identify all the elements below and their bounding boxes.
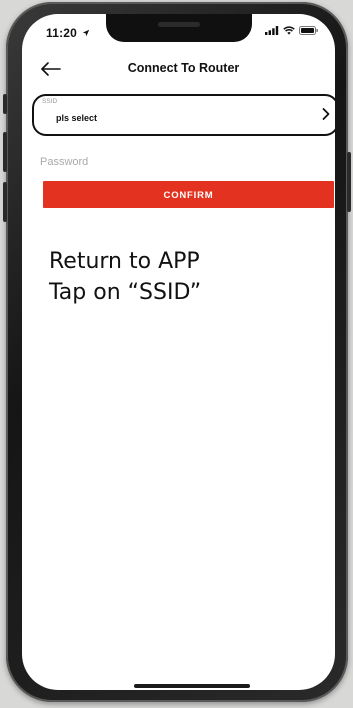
ssid-selector[interactable]: SSID pls select xyxy=(32,94,335,138)
mute-switch xyxy=(3,94,7,114)
volume-up-button xyxy=(3,132,7,172)
power-button xyxy=(347,152,351,212)
cellular-signal-icon xyxy=(265,26,279,35)
home-indicator[interactable] xyxy=(134,684,250,688)
app-screen: 11:20 Connect To Router SSID pls select … xyxy=(22,14,335,690)
instruction-text: Return to APP Tap on “SSID” xyxy=(49,246,309,308)
instruction-line-2: Tap on “SSID” xyxy=(49,280,202,305)
wifi-icon xyxy=(283,26,295,35)
instruction-line-1: Return to APP xyxy=(49,249,200,274)
speaker-grille xyxy=(158,22,200,27)
password-field[interactable] xyxy=(40,151,310,173)
battery-icon xyxy=(299,26,318,35)
status-time: 11:20 xyxy=(46,26,90,40)
volume-down-button xyxy=(3,182,7,222)
ssid-value: pls select xyxy=(56,113,98,123)
confirm-button[interactable]: CONFIRM xyxy=(43,181,334,208)
ssid-label: SSID xyxy=(42,98,58,105)
phone-frame: 11:20 Connect To Router SSID pls select … xyxy=(3,2,351,702)
page-title: Connect To Router xyxy=(127,61,240,75)
nav-bar: Connect To Router xyxy=(22,54,335,84)
chevron-right-icon xyxy=(322,108,330,120)
notch xyxy=(106,14,252,42)
status-icons xyxy=(265,26,319,35)
location-arrow-icon xyxy=(82,29,89,37)
